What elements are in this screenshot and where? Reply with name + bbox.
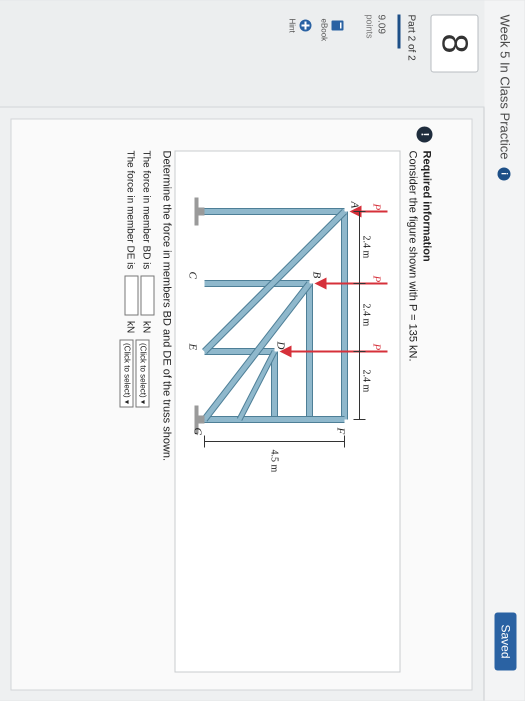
truss-members bbox=[201, 208, 348, 423]
load-label-d: P bbox=[371, 343, 383, 351]
dim-label-bd: 2.4 m bbox=[361, 304, 372, 327]
part-label: Part 2 of 2 bbox=[405, 14, 417, 61]
answer-bd-unit: kN bbox=[140, 321, 152, 334]
ebook-button[interactable]: eBook bbox=[320, 19, 345, 79]
info-icon[interactable]: i bbox=[497, 167, 511, 181]
question-text: Determine the force in members BD and DE… bbox=[160, 150, 173, 462]
answer-de-select-label: (Click to select) bbox=[122, 343, 132, 398]
alert-icon: ! bbox=[416, 126, 433, 143]
ebook-label: eBook bbox=[319, 18, 329, 42]
answer-de-unit: kN bbox=[124, 321, 136, 334]
hint-label: Hint bbox=[287, 18, 297, 33]
node-label-b: B bbox=[311, 272, 323, 279]
rotated-screen: Week 5 In Class Practice i Saved 8 Part … bbox=[0, 0, 525, 701]
assignment-title-text: Week 5 In Class Practice bbox=[497, 14, 513, 160]
top-bar: Week 5 In Class Practice i Saved bbox=[483, 0, 525, 701]
answer-de-input[interactable] bbox=[124, 275, 139, 316]
answer-de-prefix: The force in member DE is bbox=[124, 150, 136, 270]
answer-de-select[interactable]: (Click to select) ▾ bbox=[119, 339, 134, 408]
assignment-title: Week 5 In Class Practice i bbox=[497, 14, 513, 181]
node-label-a: A bbox=[349, 201, 361, 209]
book-icon bbox=[331, 20, 344, 31]
node-label-c: C bbox=[187, 272, 199, 280]
required-info-heading: Required information bbox=[420, 150, 433, 262]
points-label: points bbox=[364, 14, 375, 39]
node-label-d: D bbox=[275, 341, 287, 350]
hint-icon bbox=[299, 19, 312, 32]
chevron-down-icon: ▾ bbox=[138, 399, 148, 404]
part-progress-bar bbox=[397, 14, 401, 49]
load-label-b: P bbox=[371, 275, 383, 283]
node-label-e: E bbox=[187, 343, 199, 351]
question-sidebar: 8 Part 2 of 2 9.09 points eBook Hint bbox=[0, 0, 485, 108]
answer-row-de: The force in member DE is kN (Click to s… bbox=[119, 150, 139, 408]
hint-button[interactable]: Hint bbox=[288, 19, 313, 79]
node-label-g: G bbox=[192, 428, 204, 436]
answer-bd-prefix: The force in member BD is bbox=[140, 150, 152, 270]
dim-label-ab: 2.4 m bbox=[361, 236, 372, 259]
question-number[interactable]: 8 bbox=[430, 14, 479, 73]
truss-diagram: P P P A B D F C E G 2.4 m 2.4 m 2.4 m 4.… bbox=[187, 197, 388, 473]
dim-label-span: 4.5 m bbox=[269, 450, 280, 473]
answer-bd-select-label: (Click to select) bbox=[138, 343, 148, 398]
dim-label-df: 2.4 m bbox=[361, 370, 372, 393]
chevron-down-icon: ▾ bbox=[122, 399, 132, 404]
node-label-f: F bbox=[335, 427, 347, 435]
save-button[interactable]: Saved bbox=[494, 612, 517, 671]
answer-bd-input[interactable] bbox=[140, 275, 155, 316]
problem-statement: Consider the figure shown with P = 135 k… bbox=[406, 150, 419, 362]
load-label-a: P bbox=[371, 203, 383, 211]
support-pins bbox=[194, 197, 205, 434]
points-value: 9.09 bbox=[375, 14, 387, 34]
truss-figure: P P P A B D F C E G 2.4 m 2.4 m 2.4 m 4.… bbox=[174, 150, 401, 673]
